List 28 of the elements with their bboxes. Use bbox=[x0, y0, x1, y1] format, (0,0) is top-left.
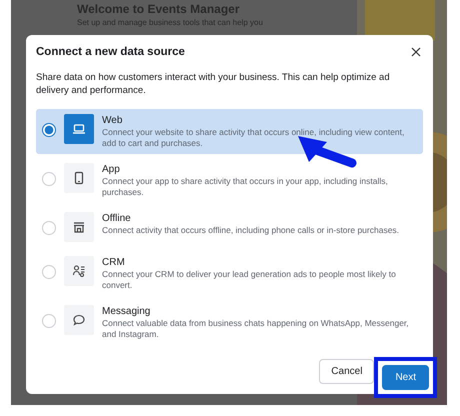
option-title: Messaging bbox=[102, 306, 152, 317]
laptop-icon bbox=[72, 122, 86, 136]
option-description: Connect valuable data from business chats happening on WhatsApp, Messenger, and Instagram. bbox=[102, 318, 410, 340]
source-option[interactable]: CRM Connect your CRM to deliver your lead generation ads to people most likely to convert. bbox=[36, 251, 423, 296]
phone-icon bbox=[72, 171, 86, 185]
option-description: Connect your app to share activity that occurs in your app, including installs, purchases. bbox=[102, 176, 389, 198]
cancel-button[interactable]: Cancel bbox=[319, 359, 374, 384]
source-option[interactable]: Messaging Connect valuable data from business chats happening on WhatsApp, Messenger, and Instagram. bbox=[36, 300, 423, 345]
radio-button[interactable] bbox=[42, 123, 56, 137]
close-icon bbox=[411, 47, 421, 57]
dialog-title: Connect a new data source bbox=[36, 46, 185, 58]
people-icon bbox=[72, 264, 86, 278]
option-description: Connect activity that occurs offline, including phone calls or in-store purchases. bbox=[102, 225, 400, 236]
option-description: Connect your CRM to deliver your lead generation ads to people most likely to convert. bbox=[102, 269, 397, 291]
option-title: App bbox=[102, 164, 121, 175]
chat-bubble-icon bbox=[72, 313, 86, 327]
source-option[interactable]: App Connect your app to share activity that occurs in your app, including installs, purchases. bbox=[36, 158, 423, 203]
dialog-description: Share data on how customers interact with your business. This can help optimize ad delivery and performance. bbox=[36, 71, 391, 97]
source-option[interactable]: Web Connect your website to share activity that occurs online, including view content, add to cart and purchases. bbox=[36, 109, 423, 154]
option-title: Offline bbox=[102, 213, 132, 224]
next-button[interactable]: Next bbox=[382, 365, 429, 390]
arrow-annotation bbox=[298, 136, 356, 168]
option-title: CRM bbox=[102, 257, 126, 268]
close-button[interactable] bbox=[409, 45, 423, 59]
option-description: Connect your website to share activity that occurs online, including view content, add to cart and purchases. bbox=[102, 127, 406, 149]
source-option[interactable]: Offline Connect activity that occurs offline, including phone calls or in-store purchases. bbox=[36, 207, 423, 247]
store-icon bbox=[72, 220, 86, 234]
option-title: Web bbox=[102, 115, 124, 126]
